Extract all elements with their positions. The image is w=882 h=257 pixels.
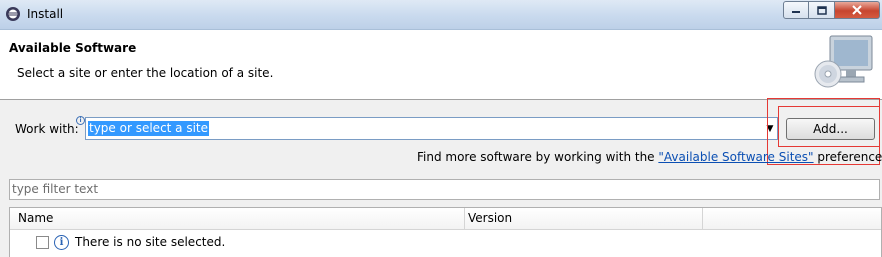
column-divider[interactable] bbox=[702, 208, 703, 229]
eclipse-icon bbox=[6, 7, 20, 21]
table-row[interactable]: i There is no site selected. bbox=[36, 233, 225, 251]
column-header-version[interactable]: Version bbox=[468, 208, 512, 229]
highlight-box-inner bbox=[778, 106, 880, 147]
hint-prefix: Find more software by working with the bbox=[417, 150, 659, 164]
page-title: Available Software bbox=[9, 41, 137, 55]
row-text: There is no site selected. bbox=[75, 235, 226, 249]
work-with-input[interactable]: type or select a site bbox=[88, 121, 210, 136]
column-header-name[interactable]: Name bbox=[18, 208, 53, 229]
work-with-combo[interactable]: type or select a site ▼ bbox=[85, 117, 778, 140]
close-button[interactable] bbox=[835, 1, 880, 19]
page-description: Select a site or enter the location of a… bbox=[17, 66, 274, 80]
wizard-header: Available Software Select a site or ente… bbox=[0, 30, 882, 100]
row-checkbox[interactable] bbox=[36, 235, 49, 249]
maximize-button[interactable] bbox=[809, 1, 835, 19]
window-controls bbox=[783, 1, 880, 19]
window-title: Install bbox=[27, 7, 64, 21]
title-bar: Install bbox=[0, 0, 882, 30]
column-divider[interactable] bbox=[464, 208, 465, 229]
info-icon: i bbox=[76, 116, 85, 125]
software-table: Name Version i There is no site selected… bbox=[9, 207, 882, 257]
available-sites-hint: Find more software by working with the "… bbox=[417, 150, 882, 164]
info-icon: i bbox=[54, 234, 69, 250]
table-header: Name Version bbox=[10, 208, 881, 230]
filter-input[interactable]: type filter text bbox=[9, 179, 880, 200]
monitor-cd-icon bbox=[814, 35, 873, 88]
hint-suffix: preferences. bbox=[817, 150, 882, 164]
available-software-sites-link[interactable]: "Available Software Sites" bbox=[658, 150, 813, 164]
maximize-icon bbox=[816, 5, 827, 15]
minimize-button[interactable] bbox=[783, 1, 809, 19]
minimize-icon bbox=[792, 11, 800, 13]
work-with-label: Work with: bbox=[15, 122, 79, 136]
close-icon bbox=[852, 5, 862, 15]
